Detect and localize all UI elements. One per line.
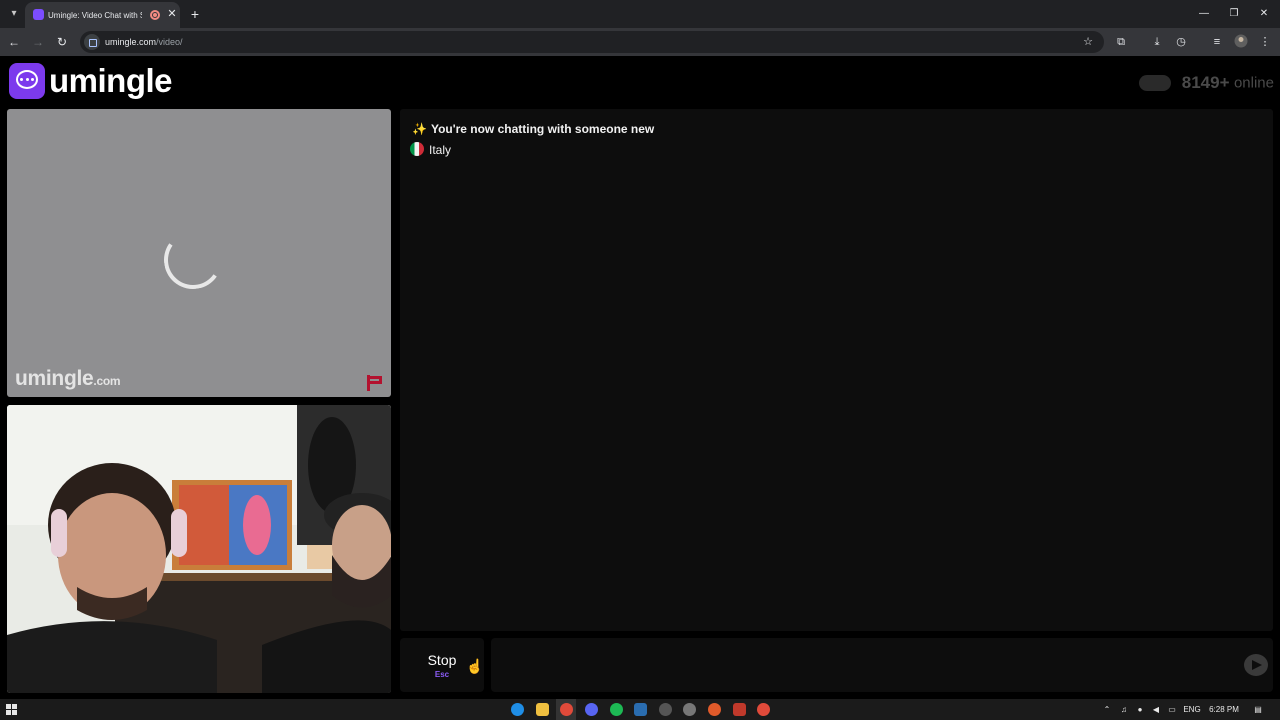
browser-tab[interactable]: Umingle: Video Chat with S ✕: [25, 2, 180, 28]
windows-start-icon[interactable]: [6, 704, 17, 715]
obs-icon[interactable]: [659, 703, 672, 716]
stranger-country: Italy: [410, 142, 451, 157]
media-control-icon[interactable]: ≡: [1209, 34, 1225, 50]
address-bar[interactable]: umingle.com/video/ ☆: [80, 31, 1104, 53]
italy-flag-icon: [410, 142, 424, 156]
hand-cursor-icon: ☝: [466, 658, 484, 674]
url-domain: umingle.com: [105, 37, 157, 47]
system-message: ✨ You're now chatting with someone new: [412, 122, 654, 136]
recording-icon: [150, 10, 160, 20]
close-icon[interactable]: ✕: [165, 7, 179, 21]
chat-log: ✨ You're now chatting with someone new It…: [400, 109, 1273, 631]
country-name: Italy: [429, 143, 452, 157]
tray-chevron-icon[interactable]: ⌃: [1101, 703, 1113, 716]
restore-icon[interactable]: ❐: [1226, 6, 1242, 22]
history-icon[interactable]: ◷: [1173, 34, 1189, 50]
edge-icon[interactable]: [511, 703, 524, 716]
language-indicator[interactable]: ENG: [1182, 703, 1202, 716]
network-icon[interactable]: ▭: [1166, 703, 1178, 716]
file-explorer-icon[interactable]: [536, 703, 549, 716]
site-info-icon[interactable]: [84, 34, 100, 50]
system-message-text: You're now chatting with someone new: [430, 122, 655, 136]
message-input[interactable]: [491, 638, 1273, 692]
url-path: /video/: [156, 37, 183, 47]
calendar-app-icon[interactable]: [733, 703, 746, 716]
headset-icon[interactable]: ♫: [1118, 703, 1130, 716]
tab-title: Umingle: Video Chat with S: [48, 11, 142, 20]
clock[interactable]: 6:28 PM: [1206, 703, 1242, 716]
report-flag-icon[interactable]: [367, 375, 383, 391]
umingle-favicon: [33, 9, 44, 20]
notification-icon[interactable]: ▤: [1252, 703, 1264, 716]
search-app-icon[interactable]: [708, 703, 721, 716]
browser-tab-bar: ▾ Umingle: Video Chat with S ✕ + — ❐ ✕: [0, 0, 1280, 28]
self-video: [7, 405, 391, 693]
watermark-text: umingle: [15, 367, 94, 390]
online-label: online: [1233, 74, 1274, 92]
url-text: umingle.com/video/: [105, 35, 183, 49]
kebab-menu-icon[interactable]: ⋮: [1257, 34, 1273, 50]
steam-icon[interactable]: [634, 703, 647, 716]
download-icon[interactable]: ⤓: [1149, 34, 1165, 50]
discord-icon[interactable]: [585, 703, 598, 716]
sparkle-icon: ✨: [412, 122, 427, 136]
spotify-icon[interactable]: [610, 703, 623, 716]
minimize-icon[interactable]: —: [1196, 6, 1212, 22]
video-watermark: umingle.com: [15, 367, 121, 391]
chat-bubble-logo-icon: [9, 63, 45, 99]
online-count: 8149+: [1181, 73, 1230, 92]
forward-arrow-icon[interactable]: →: [30, 34, 46, 50]
loading-spinner-icon: [159, 226, 227, 294]
windows-taskbar: ⌃ ♫ ● ◀ ▭ ENG 6:28 PM ▤: [0, 699, 1280, 720]
watermark-suffix: .com: [93, 374, 121, 388]
plus-icon[interactable]: +: [187, 6, 203, 22]
extensions-icon[interactable]: ⧉: [1113, 34, 1129, 50]
volume-icon[interactable]: ◀: [1150, 703, 1162, 716]
microphone-icon[interactable]: ●: [1134, 703, 1146, 716]
reload-icon[interactable]: ↻: [54, 34, 70, 50]
logo-text: umingle: [49, 62, 173, 99]
chrome-profile-icon[interactable]: [757, 703, 770, 716]
settings-gear-icon[interactable]: [683, 703, 696, 716]
star-icon[interactable]: ☆: [1080, 34, 1096, 50]
umingle-page: umingle 8149+ online umingle.com ✨ You'r…: [0, 56, 1280, 699]
online-toggle[interactable]: [1139, 75, 1172, 91]
stranger-video: umingle.com: [7, 109, 391, 397]
browser-toolbar: ← → ↻ umingle.com/video/ ☆ ⧉ ⤓ ◷ ≡ ⋮: [0, 28, 1280, 56]
profile-avatar-icon[interactable]: [1233, 34, 1249, 50]
back-arrow-icon[interactable]: ←: [6, 34, 22, 50]
tab-search-icon[interactable]: ▾: [6, 6, 22, 22]
webcam-feed: [7, 405, 391, 693]
chrome-icon[interactable]: [560, 703, 573, 716]
online-counter: 8149+ online: [1139, 73, 1274, 93]
close-window-icon[interactable]: ✕: [1256, 6, 1272, 22]
send-icon[interactable]: [1244, 654, 1268, 676]
